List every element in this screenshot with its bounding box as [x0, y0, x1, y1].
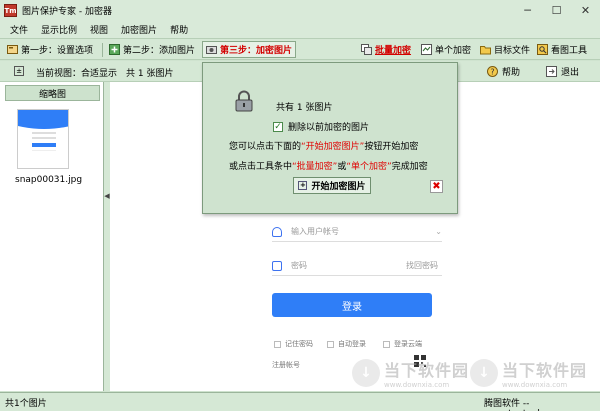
step1-label: 第一步：设置选项: [21, 46, 94, 56]
instruction-line-1: 您可以点击下面的“开始加密图片”按钮开始加密: [229, 142, 419, 152]
minimize-button[interactable]: ─: [513, 0, 542, 21]
folder-icon: [480, 46, 491, 55]
window-title: 图片保护专家 - 加密器: [22, 7, 112, 17]
single-icon: [421, 44, 432, 55]
menu-encrypt[interactable]: 加密图片: [121, 23, 157, 36]
thumbnail-header: 缩略图: [5, 85, 100, 101]
watermark-url: www.downxia.com: [384, 381, 450, 389]
status-vendor: 腾图软件 -- www.tontool.com: [484, 399, 562, 411]
register-link: 注册帐号: [272, 361, 300, 369]
watermark-logo-icon: ↓: [352, 359, 380, 387]
delete-old-option[interactable]: ✓ 删除以前加密的图片: [273, 120, 369, 133]
exit-label: 退出: [561, 68, 580, 78]
account-placeholder: 输入用户帐号: [291, 227, 339, 236]
checkbox-checked-icon[interactable]: ✓: [273, 121, 283, 132]
encrypt-popup: 共有 1 张图片 ✓ 删除以前加密的图片 您可以点击下面的“开始加密图片”按钮开…: [202, 62, 458, 214]
start-encrypt-label: 开始加密图片: [311, 182, 366, 192]
batch-encrypt-label: 批量加密: [375, 46, 412, 56]
menu-zoom[interactable]: 显示比例: [41, 23, 77, 36]
start-encrypt-button[interactable]: + 开始加密图片: [293, 177, 371, 194]
single-encrypt-button[interactable]: 单个加密: [418, 41, 474, 58]
checkbox-icon: [274, 340, 281, 348]
user-icon: [272, 226, 282, 237]
add-image-icon: [109, 44, 120, 55]
viewer-icon: [537, 44, 548, 55]
watermark-logo-icon: ↓: [470, 359, 498, 387]
menu-view[interactable]: 视图: [90, 23, 108, 36]
instruction-line-2: 或点击工具条中“批量加密”或“单个加密”完成加密: [229, 162, 428, 172]
close-window-button[interactable]: ✕: [571, 0, 600, 21]
step2-button[interactable]: 第二步：添加图片: [106, 41, 198, 58]
encrypt-image-icon: [206, 46, 217, 54]
auto-login-option: 自动登录: [327, 339, 366, 349]
step3-label: 第三步：加密图片: [220, 46, 293, 56]
watermark-url: www.downxia.com: [502, 381, 568, 389]
batch-icon: [361, 44, 372, 55]
app-icon: Tm: [4, 4, 17, 17]
lock-icon: [272, 260, 282, 271]
padlock-icon: [235, 90, 253, 112]
menu-bar: 文件 显示比例 视图 加密图片 帮助: [0, 21, 600, 38]
zoom-toggle-icon[interactable]: ±: [14, 66, 24, 76]
watermark-text: 当下软件园: [502, 361, 588, 380]
maximize-button[interactable]: ☐: [542, 0, 571, 21]
batch-encrypt-button[interactable]: 批量加密: [358, 41, 414, 58]
chevron-down-icon: ⌄: [435, 227, 442, 236]
watermark-text: 当下软件园: [384, 361, 470, 380]
status-bar: 共1个图片 腾图软件 -- www.tontool.com: [0, 392, 600, 411]
viewer-tool-button[interactable]: 看图工具: [534, 41, 590, 58]
remember-label: 记住密码: [285, 340, 313, 348]
popup-close-button[interactable]: ✖: [430, 180, 443, 193]
watermark-left: ↓ 当下软件园 www.downxia.com: [352, 357, 469, 389]
password-placeholder: 密码: [291, 261, 307, 270]
status-count: 共1个图片: [5, 399, 47, 409]
thumbnail-filename: snap00031.jpg: [15, 175, 83, 185]
auto-login-label: 自动登录: [338, 340, 366, 348]
watermark-right: ↓ 当下软件园 www.downxia.com: [470, 357, 587, 389]
exit-icon: [546, 66, 557, 77]
menu-file[interactable]: 文件: [10, 23, 28, 36]
step3-button[interactable]: 第三步：加密图片: [202, 41, 297, 58]
step1-button[interactable]: 第一步：设置选项: [4, 41, 96, 58]
thumbnail-panel: 缩略图 snap00031.jpg: [0, 82, 104, 391]
find-password-link: 找回密码: [406, 261, 438, 270]
svg-text:?: ?: [490, 68, 494, 77]
help-label: 帮助: [502, 68, 521, 78]
thumbnail-image[interactable]: [17, 109, 69, 169]
single-encrypt-label: 单个加密: [435, 46, 472, 56]
exit-button[interactable]: 退出: [546, 64, 579, 79]
image-count: 共有 1 张图片: [276, 103, 333, 113]
start-icon: +: [298, 181, 308, 190]
toolbar-divider: [102, 43, 103, 57]
thumbnail-preview: [18, 110, 68, 168]
checkbox-icon: [327, 340, 334, 348]
account-field: 输入用户帐号 ⌄: [272, 222, 442, 242]
menu-help[interactable]: 帮助: [170, 23, 188, 36]
target-file-label: 目标文件: [494, 46, 531, 56]
help-button[interactable]: ? 帮助: [487, 64, 520, 79]
step2-label: 第二步：添加图片: [123, 46, 196, 56]
remember-option: 记住密码: [274, 339, 313, 349]
login-button: 登录: [272, 293, 432, 317]
target-file-button[interactable]: 目标文件: [477, 41, 533, 58]
options-icon: [7, 45, 18, 54]
toolbar: 第一步：设置选项 第二步：添加图片 第三步：加密图片 批量加密 单个加密 目标文…: [0, 38, 600, 60]
cloud-option: 登录云端: [383, 339, 422, 349]
title-bar: Tm 图片保护专家 - 加密器 ─ ☐ ✕: [0, 0, 600, 21]
viewer-tool-label: 看图工具: [551, 46, 588, 56]
current-view-text: 当前视图：合适显示 共 1 张图片: [36, 69, 174, 79]
cloud-label: 登录云端: [394, 340, 422, 348]
delete-old-label: 删除以前加密的图片: [288, 123, 370, 133]
checkbox-icon: [383, 340, 390, 348]
password-field: 密码 找回密码: [272, 256, 442, 276]
help-icon: ?: [487, 66, 498, 77]
